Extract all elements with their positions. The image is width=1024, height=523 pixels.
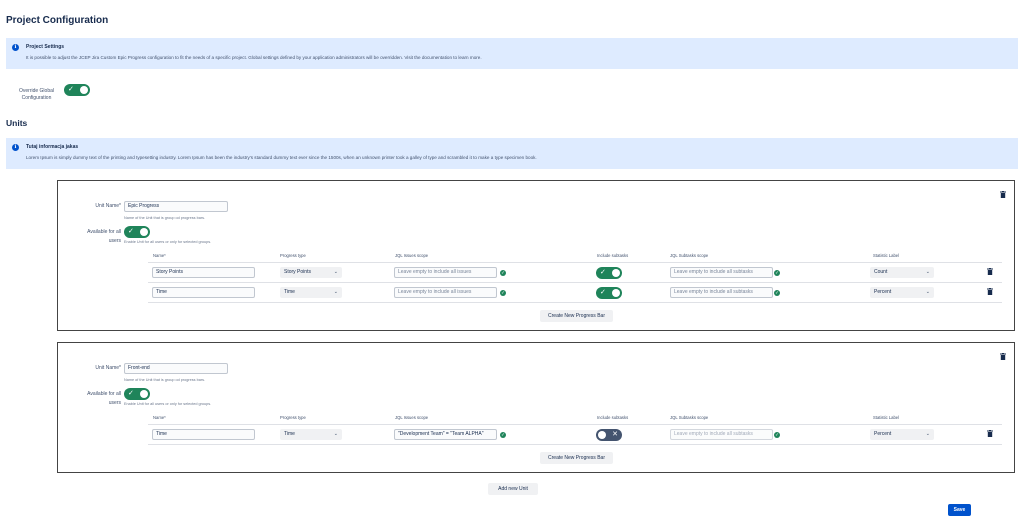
col-jql-issues: JQL Issues scope: [395, 415, 429, 420]
chevron-down-icon: ⌄: [333, 431, 338, 437]
col-name: Name*: [153, 253, 166, 258]
trash-icon[interactable]: [1000, 353, 1006, 360]
available-for-all-toggle[interactable]: ✓: [124, 226, 150, 238]
statistic-label-select[interactable]: Percent ⌄: [870, 287, 934, 298]
cross-icon: ✕: [612, 431, 618, 438]
progress-type-select[interactable]: Time ⌄: [280, 429, 342, 440]
col-include-subtasks: Include subtasks: [597, 415, 629, 420]
col-include-subtasks: Include subtasks: [597, 253, 629, 258]
check-icon: ✓: [600, 269, 606, 276]
check-icon: ✓: [774, 289, 780, 296]
check-icon: ✓: [600, 289, 606, 296]
units-title: Units: [6, 118, 28, 128]
units-banner-title: Tutaj informacja jakas: [26, 144, 79, 150]
chevron-down-icon: ⌄: [925, 289, 930, 295]
col-jql-issues: JQL Issues scope: [395, 253, 429, 258]
statistic-label-select[interactable]: Count ⌄: [870, 267, 934, 278]
col-progress-type: Progress type: [280, 415, 306, 420]
unit-card: Unit Name* Front-end Name of the Unit th…: [57, 342, 1015, 473]
bar-name-input[interactable]: Time: [152, 287, 255, 298]
progress-type-select[interactable]: Story Points ⌄: [280, 267, 342, 278]
bar-name-input[interactable]: Story Points: [152, 267, 255, 278]
create-progress-bar-button[interactable]: Create New Progress Bar: [540, 452, 613, 464]
unit-name-label: Unit Name*: [95, 203, 121, 209]
units-banner-text: Lorem Ipsum is simply dummy text of the …: [26, 155, 537, 160]
available-for-all-toggle[interactable]: ✓: [124, 388, 150, 400]
chevron-down-icon: ⌄: [333, 269, 338, 275]
trash-icon[interactable]: [1000, 191, 1006, 198]
override-global-toggle[interactable]: ✓: [64, 84, 90, 96]
jql-issues-input[interactable]: "Development Team" = "Team ALPHA": [394, 429, 497, 440]
unit-name-input[interactable]: Front-end: [124, 363, 228, 374]
unit-card: Unit Name* Epic Progress Name of the Uni…: [57, 180, 1015, 331]
check-icon: ✓: [500, 289, 506, 296]
include-subtasks-toggle[interactable]: ✓: [596, 267, 622, 279]
units-banner: i Tutaj informacja jakas Lorem Ipsum is …: [6, 138, 1018, 169]
check-icon: ✓: [774, 431, 780, 438]
info-icon: i: [12, 44, 19, 51]
project-settings-banner: i Project Settings It is possible to adj…: [6, 38, 1018, 69]
unit-name-help: Name of the Unit that is group od progre…: [124, 216, 206, 220]
chevron-down-icon: ⌄: [925, 269, 930, 275]
chevron-down-icon: ⌄: [925, 431, 930, 437]
unit-name-help: Name of the Unit that is group od progre…: [124, 378, 206, 382]
project-settings-banner-text: It is possible to adjust the JCEP Jira C…: [26, 55, 482, 60]
save-button[interactable]: Save: [948, 504, 971, 516]
unit-name-input[interactable]: Epic Progress: [124, 201, 228, 212]
check-icon: ✓: [774, 269, 780, 276]
col-jql-subtasks: JQL Subtasks scope: [670, 415, 709, 420]
jql-issues-input[interactable]: Leave empty to include all issues: [394, 287, 497, 298]
include-subtasks-toggle[interactable]: ✕: [596, 429, 622, 441]
unit-name-label: Unit Name*: [95, 365, 121, 371]
add-unit-button[interactable]: Add new Unit: [488, 483, 538, 495]
col-jql-subtasks: JQL Subtasks scope: [670, 253, 709, 258]
check-icon: ✓: [68, 86, 74, 93]
override-global-label: Override Global Configuration: [18, 88, 54, 101]
jql-subtasks-input[interactable]: Leave empty to include all subtasks: [670, 267, 773, 278]
available-for-all-label: Available for all users: [87, 229, 121, 244]
page-title: Project Configuration: [6, 15, 109, 26]
check-icon: ✓: [500, 431, 506, 438]
trash-icon[interactable]: [987, 268, 993, 275]
bar-name-input[interactable]: Time: [152, 429, 255, 440]
jql-subtasks-input[interactable]: Leave empty to include all subtasks: [670, 429, 773, 440]
available-for-all-label: Available for all users: [87, 391, 121, 406]
jql-issues-input[interactable]: Leave empty to include all issues: [394, 267, 497, 278]
chevron-down-icon: ⌄: [333, 289, 338, 295]
progress-type-select[interactable]: Time ⌄: [280, 287, 342, 298]
statistic-label-select[interactable]: Percent ⌄: [870, 429, 934, 440]
check-icon: ✓: [128, 390, 134, 397]
project-settings-banner-title: Project Settings: [26, 44, 65, 50]
col-name: Name*: [153, 415, 166, 420]
col-progress-type: Progress type: [280, 253, 306, 258]
trash-icon[interactable]: [987, 430, 993, 437]
available-for-all-help: Enable Unit for all users or only for se…: [124, 240, 212, 244]
available-for-all-help: Enable Unit for all users or only for se…: [124, 402, 212, 406]
check-icon: ✓: [500, 269, 506, 276]
trash-icon[interactable]: [987, 288, 993, 295]
info-icon: i: [12, 144, 19, 151]
include-subtasks-toggle[interactable]: ✓: [596, 287, 622, 299]
create-progress-bar-button[interactable]: Create New Progress Bar: [540, 310, 613, 322]
jql-subtasks-input[interactable]: Leave empty to include all subtasks: [670, 287, 773, 298]
col-statistic-label: Statistic Label: [873, 253, 900, 258]
check-icon: ✓: [128, 228, 134, 235]
col-statistic-label: Statistic Label: [873, 415, 900, 420]
